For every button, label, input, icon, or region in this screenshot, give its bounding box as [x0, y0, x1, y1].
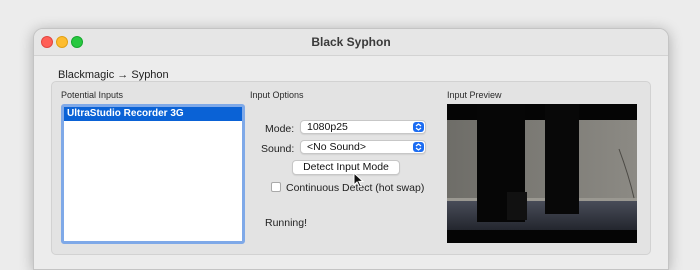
status-text: Running! [265, 217, 308, 229]
mode-label: Mode: [265, 123, 295, 135]
input-preview [447, 104, 637, 243]
continuous-detect-checkbox[interactable] [271, 182, 281, 192]
arrow-cursor-icon [353, 172, 365, 188]
main-window: Black Syphon Blackmagic → Syphon Potenti… [33, 28, 669, 270]
preview-image [447, 104, 637, 243]
input-options-label: Input Options [250, 90, 304, 100]
group-title: Blackmagic → Syphon [58, 69, 169, 81]
input-preview-label: Input Preview [447, 90, 502, 100]
sound-select[interactable]: <No Sound> [300, 140, 426, 154]
mode-select[interactable]: 1080p25 [300, 120, 426, 134]
sound-label: Sound: [261, 143, 295, 155]
sound-value: <No Sound> [307, 141, 366, 153]
inputs-list[interactable]: UltraStudio Recorder 3G [61, 104, 245, 244]
title-bar[interactable]: Black Syphon [34, 29, 668, 56]
chevron-up-down-icon [413, 122, 424, 132]
window-title: Black Syphon [311, 35, 391, 49]
chevron-up-down-icon [413, 142, 424, 152]
potential-inputs-label: Potential Inputs [61, 90, 124, 100]
detect-input-mode-button[interactable]: Detect Input Mode [292, 160, 400, 175]
list-item[interactable]: UltraStudio Recorder 3G [64, 107, 242, 121]
mode-value: 1080p25 [307, 121, 348, 133]
